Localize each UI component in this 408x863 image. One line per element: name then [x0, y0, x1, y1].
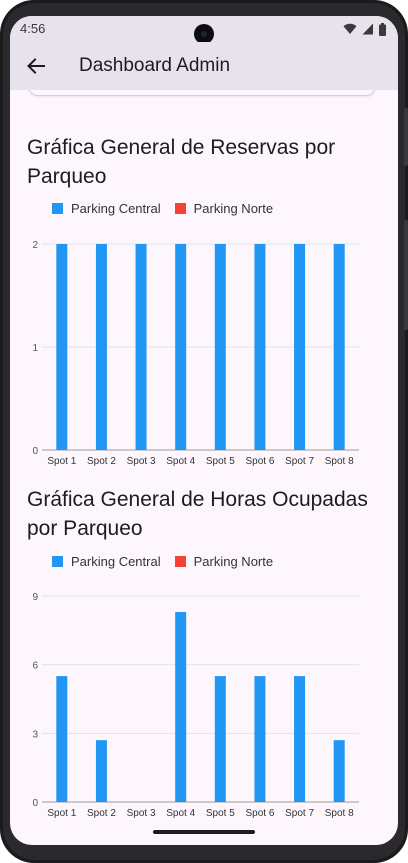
- bar: [135, 244, 147, 450]
- y-tick-label: 2: [32, 240, 38, 251]
- legend-label-norte: Parking Norte: [193, 200, 274, 216]
- status-icons: [343, 22, 386, 36]
- status-bar: 4:56: [10, 16, 398, 44]
- legend-item-parking-norte: Parking Norte: [174, 200, 274, 216]
- arrow-back-icon: [27, 58, 45, 74]
- bar: [214, 244, 226, 450]
- x-tick-label: Spot 6: [245, 456, 274, 466]
- bar: [294, 676, 306, 802]
- x-tick-label: Spot 2: [87, 808, 116, 818]
- bar: [333, 244, 345, 450]
- y-tick-label: 1: [32, 343, 38, 354]
- back-button[interactable]: [22, 52, 50, 80]
- phone-frame: 4:56 Dashboard Admin Gráfica General de …: [0, 0, 408, 863]
- chart-reservas-legend: Parking Central Parking Norte: [52, 200, 287, 216]
- chart-horas: 0 3 6 9 Spot 1 Spot 2 Spot 3 Spot 4 Spot 5 Spot 6…: [32, 592, 359, 818]
- x-tick-label: Spot 5: [206, 808, 235, 818]
- y-tick-label: 6: [32, 661, 38, 672]
- legend-swatch-norte: [174, 202, 186, 214]
- legend-label-norte: Parking Norte: [193, 553, 274, 569]
- bar: [56, 244, 68, 450]
- dashboard-content[interactable]: Gráfica General de Reservas por Parqueo …: [10, 90, 398, 845]
- bar: [214, 676, 226, 802]
- legend-label-central: Parking Central: [71, 200, 161, 216]
- power-button: [404, 108, 408, 166]
- x-tick-label: Spot 5: [206, 456, 235, 466]
- x-tick-label: Spot 4: [166, 456, 195, 466]
- bar: [254, 676, 266, 802]
- x-tick-label: Spot 4: [166, 808, 195, 818]
- chart-horas-title: Gráfica General de Horas Ocupadas por Pa…: [27, 488, 368, 540]
- previous-card: [28, 90, 376, 96]
- chart-reservas-title: Gráfica General de Reservas por Parqueo: [27, 136, 336, 188]
- x-tick-label: Spot 1: [47, 808, 76, 818]
- x-tick-label: Spot 6: [245, 808, 274, 818]
- x-tick-label: Spot 3: [127, 456, 156, 466]
- app-bar: Dashboard Admin: [10, 42, 398, 90]
- bar: [294, 244, 306, 450]
- chart-reservas: 0 1 2 Spot 1 Spot 2 Spot 3 Spot 4 Spot 5 Spot 6 S…: [32, 240, 359, 466]
- y-tick-label: 9: [32, 592, 38, 603]
- x-tick-label: Spot 2: [87, 456, 116, 466]
- bar: [95, 244, 107, 450]
- x-tick-label: Spot 1: [47, 456, 76, 466]
- legend-swatch-central: [52, 555, 63, 567]
- x-tick-label: Spot 3: [127, 808, 156, 818]
- x-tick-label: Spot 7: [285, 808, 314, 818]
- x-tick-label: Spot 7: [285, 456, 314, 466]
- legend-label-central: Parking Central: [71, 553, 161, 569]
- x-tick-label: Spot 8: [325, 456, 354, 466]
- legend-swatch-central: [52, 202, 63, 214]
- page-title: Dashboard Admin: [79, 55, 231, 76]
- y-tick-label: 0: [32, 446, 38, 457]
- screen: 4:56 Dashboard Admin Gráfica General de …: [10, 16, 398, 845]
- front-camera: [194, 24, 214, 44]
- chart-horas-legend: Parking Central Parking Norte: [52, 553, 287, 569]
- legend-swatch-norte: [174, 555, 186, 567]
- bar: [175, 244, 187, 450]
- y-tick-label: 3: [32, 729, 38, 740]
- bar: [333, 740, 345, 802]
- bar: [95, 740, 107, 802]
- gesture-bar[interactable]: [153, 830, 255, 834]
- y-tick-label: 0: [32, 798, 38, 809]
- x-tick-label: Spot 8: [325, 808, 354, 818]
- battery-icon: [379, 22, 386, 36]
- legend-item-parking-norte: Parking Norte: [174, 553, 274, 569]
- bar: [56, 676, 68, 802]
- signal-icon: [362, 23, 373, 35]
- volume-button: [404, 220, 408, 330]
- bar: [254, 244, 266, 450]
- wifi-icon: [343, 23, 357, 34]
- bar: [175, 612, 187, 802]
- legend-item-parking-central: Parking Central: [52, 554, 161, 569]
- legend-item-parking-central: Parking Central: [52, 201, 161, 216]
- status-time: 4:56: [20, 21, 46, 36]
